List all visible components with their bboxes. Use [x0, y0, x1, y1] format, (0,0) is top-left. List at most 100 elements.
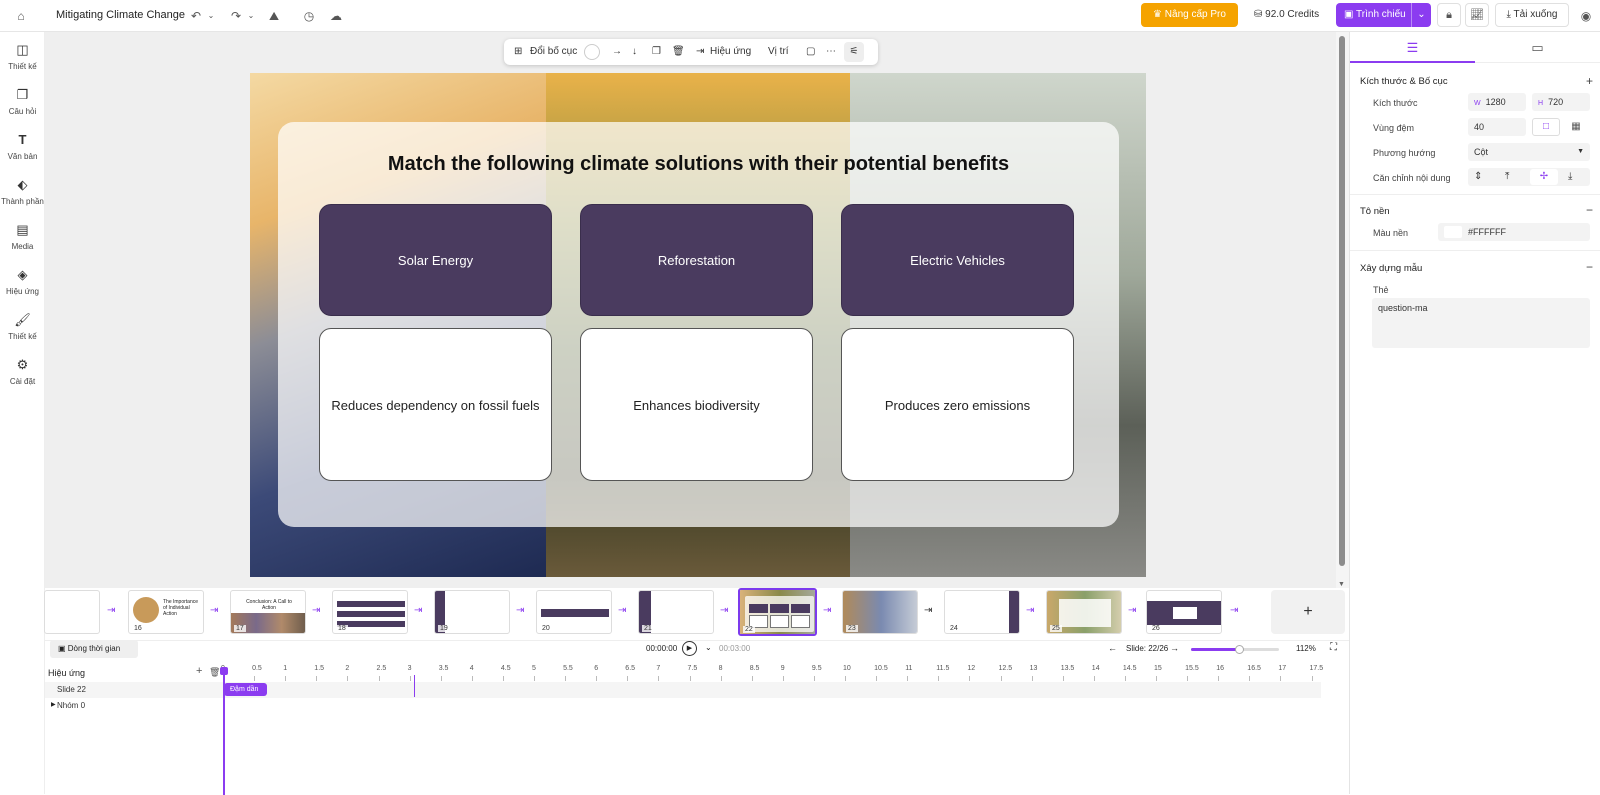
match-answer-zero-emissions[interactable]: Produces zero emissions [841, 328, 1074, 481]
scrollbar-thumb[interactable] [1339, 36, 1345, 566]
slide-canvas[interactable]: Match the following climate solutions wi… [250, 73, 1146, 577]
transition-icon[interactable]: ⇥ [516, 605, 524, 616]
analytics-icon[interactable]: 📈︎ [1465, 3, 1489, 27]
slide-thumbnail[interactable] [44, 590, 100, 634]
match-card-reforestation[interactable]: Reforestation [580, 204, 813, 316]
timeline-row-slide[interactable]: Slide 22 [45, 682, 223, 698]
duplicate-icon[interactable]: ❐ [652, 46, 661, 57]
arrow-right-icon[interactable]: → [612, 46, 622, 57]
question-title[interactable]: Match the following climate solutions wi… [278, 153, 1119, 176]
nav-design[interactable]: ◫ Thiết kế [0, 41, 45, 71]
effects-button[interactable]: Hiệu ứng [710, 46, 751, 57]
direction-select[interactable]: Cột ▼ [1468, 143, 1590, 161]
transition-icon[interactable]: ⇥ [1230, 605, 1238, 616]
canvas-scrollbar[interactable]: ▼ [1336, 32, 1349, 588]
playhead-handle[interactable] [220, 667, 228, 675]
trash-icon[interactable]: 🗑︎ [672, 46, 685, 57]
nav-text[interactable]: T Văn bản [0, 131, 45, 161]
height-field[interactable]: H 720 [1532, 93, 1590, 111]
playhead[interactable] [223, 667, 225, 795]
padding-uniform-icon[interactable]: □ [1532, 118, 1560, 136]
effects-icon[interactable]: ⇥ [696, 46, 704, 57]
position-button[interactable]: Vị trí [768, 46, 789, 57]
padding-field[interactable]: 40 [1468, 118, 1526, 136]
document-title[interactable]: Mitigating Climate Change [56, 9, 185, 21]
comment-icon[interactable]: ▢ [806, 46, 815, 57]
prev-slide-icon[interactable]: ← [1108, 643, 1117, 653]
cloud-icon[interactable]: ☁ [328, 8, 344, 24]
timeline-row-group[interactable]: ▶ Nhóm 0 [45, 698, 223, 714]
match-card-solar-energy[interactable]: Solar Energy [319, 204, 552, 316]
undo-dropdown-icon[interactable]: ⌄ [203, 8, 219, 24]
chevron-down-icon[interactable]: ⌄ [705, 643, 712, 652]
transition-icon[interactable]: ⇥ [1128, 605, 1136, 616]
nav-effects[interactable]: ◈ Hiệu ứng [0, 266, 45, 296]
add-effect-icon[interactable]: + [196, 665, 202, 677]
add-slide-button[interactable]: + [1271, 590, 1345, 634]
transition-icon[interactable]: ⇥ [924, 605, 932, 616]
color-swatch[interactable] [584, 44, 600, 60]
next-slide-icon[interactable]: → [1170, 643, 1179, 653]
history-icon[interactable]: ◷ [301, 8, 317, 24]
zoom-slider-handle[interactable] [1235, 645, 1245, 654]
tag-textarea[interactable]: question-ma [1372, 298, 1590, 348]
transition-icon[interactable]: ⇥ [618, 605, 626, 616]
tab-comments[interactable]: ▭ [1475, 32, 1600, 63]
upgrade-pro-button[interactable]: ♛ Nâng cấp Pro [1141, 3, 1238, 27]
plus-icon[interactable]: + [1586, 74, 1593, 88]
redo-dropdown-icon[interactable]: ⌄ [243, 8, 259, 24]
align-center-icon[interactable]: ✢ [1530, 169, 1558, 185]
nav-design-brush[interactable]: 🖌︎ Thiết kế [0, 311, 45, 341]
transition-icon[interactable]: ⇥ [1026, 605, 1034, 616]
slide-thumbnail-selected[interactable]: 22 [738, 588, 817, 636]
align-bottom-icon[interactable]: ⤓ [1568, 168, 1572, 186]
layout-icon[interactable]: ⊞ [514, 46, 522, 57]
download-button[interactable]: ⤓ Tải xuống [1495, 3, 1569, 27]
effect-clip[interactable]: Đậm dần [224, 683, 267, 696]
padding-individual-icon[interactable]: ▦ [1562, 118, 1590, 136]
match-card-electric-vehicles[interactable]: Electric Vehicles [841, 204, 1074, 316]
transition-icon[interactable]: ⇥ [210, 605, 218, 616]
account-icon[interactable]: ◉ [1578, 8, 1594, 24]
slide-thumbnail[interactable]: 23 [842, 590, 918, 634]
slide-thumbnail[interactable]: 21 [638, 590, 714, 634]
more-icon[interactable]: ⋯ [826, 46, 836, 57]
fit-screen-icon[interactable]: ⛶ [1330, 642, 1337, 653]
align-top-icon[interactable]: ⤒ [1505, 168, 1509, 186]
transition-icon[interactable]: ⇥ [312, 605, 320, 616]
nav-media[interactable]: ▤ Media [0, 221, 45, 251]
mountain-icon[interactable]: ⛰ [266, 8, 282, 24]
slide-thumbnail[interactable]: 24 [944, 590, 1020, 634]
nav-settings[interactable]: ⚙ Cài đặt [0, 356, 45, 386]
slide-thumbnail[interactable]: 20 [536, 590, 612, 634]
nav-components[interactable]: ⬖ Thành phần [0, 176, 45, 206]
slide-thumbnail[interactable]: Conclusion: A Call to Action 17 [230, 590, 306, 634]
collapse-icon[interactable]: − [1586, 260, 1593, 274]
lock-icon[interactable]: 🔒︎ [1437, 3, 1461, 27]
chevron-down-icon[interactable]: ⌄ [1411, 3, 1431, 27]
collapse-icon[interactable]: − [1586, 203, 1593, 217]
question-panel[interactable]: Match the following climate solutions wi… [278, 122, 1119, 527]
transition-icon[interactable]: ⇥ [823, 605, 831, 616]
transition-icon[interactable]: ⇥ [720, 605, 728, 616]
match-answer-biodiversity[interactable]: Enhances biodiversity [580, 328, 813, 481]
match-answer-fossil-fuels[interactable]: Reduces dependency on fossil fuels [319, 328, 552, 481]
slide-thumbnail[interactable]: The Importance of Individual Action 16 [128, 590, 204, 634]
settings-sliders-icon[interactable]: ⚟ [844, 42, 864, 62]
home-icon[interactable]: ⌂ [13, 8, 29, 24]
slide-thumbnail[interactable]: 19 [434, 590, 510, 634]
undo-icon[interactable]: ↶ [188, 8, 204, 24]
slide-thumbnail[interactable]: 18 [332, 590, 408, 634]
tab-properties[interactable]: ☰ [1350, 32, 1475, 63]
transition-icon[interactable]: ⇥ [414, 605, 422, 616]
redo-icon[interactable]: ↷ [228, 8, 244, 24]
arrow-down-icon[interactable]: ↓ [632, 46, 637, 57]
zoom-slider[interactable] [1191, 645, 1279, 654]
width-field[interactable]: W 1280 [1468, 93, 1526, 111]
change-layout-button[interactable]: Đổi bố cục [530, 46, 577, 57]
end-marker[interactable] [414, 675, 415, 697]
bg-color-field[interactable]: #FFFFFF [1438, 223, 1590, 241]
slide-thumbnail[interactable]: 25 [1046, 590, 1122, 634]
align-space-between-icon[interactable]: ⇕ [1474, 168, 1482, 186]
nav-questions[interactable]: ❐ Câu hỏi [0, 86, 45, 116]
